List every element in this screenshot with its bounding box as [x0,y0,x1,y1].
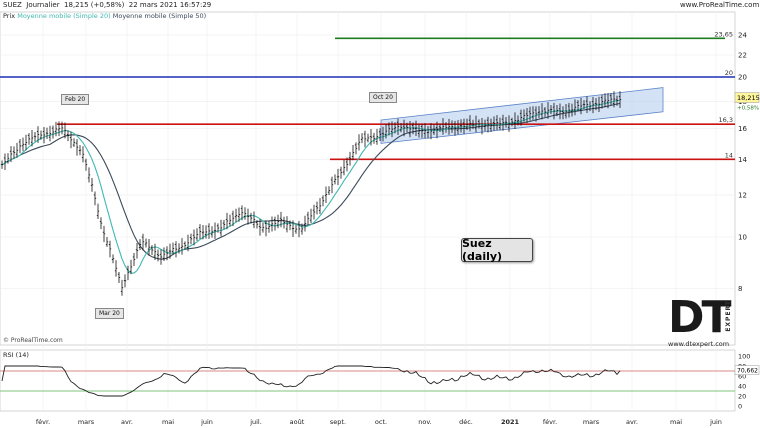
legend-ma50: Moyenne mobile (Simple 50) [112,12,207,20]
logo-url: www.dtexpert.com [668,340,730,348]
time-tick-label: avr. [121,418,133,426]
annotation-feb20: Feb 20 [61,94,90,105]
price-panel [0,11,736,346]
time-tick-label: oct. [375,418,387,426]
time-tick-label: nov. [418,418,432,426]
dt-expert-logo: DT EXPERT www.dtexpert.com [668,296,734,352]
rsi-tick-label: 100 [738,353,750,361]
time-tick-label: mai [670,418,682,426]
level-label: 20 [725,69,733,77]
header-timeframe: Journalier [26,1,60,9]
header-symbol: SUEZ [3,1,22,9]
time-tick-label: juil. [249,418,262,426]
time-tick-label: mai [162,418,174,426]
level-label: 23,65 [714,30,733,38]
price-badge-value: 18,215 [737,94,760,102]
header-last: 18,215 (+0,58%) [64,1,125,9]
time-tick-label: sept. [330,418,346,426]
chart-title-box: Suez (daily) [461,237,533,263]
time-tick-label: juin [709,418,722,426]
rsi-panel [0,349,736,412]
level-label: 16,3 [719,116,733,124]
time-tick-label: mars [583,418,600,426]
annotation-oct20: Oct 20 [369,92,397,103]
time-tick-label: févr. [36,418,50,426]
time-axis: févr. mars avr. mai juin juil. août sept. oct. no… [36,418,722,426]
price-tick-label: 20 [738,74,747,82]
rsi-axis: 020406080100 [738,353,750,411]
level-label: 14 [725,151,733,159]
rsi-label: RSI (14) [3,351,29,359]
price-tick-label: 10 [738,234,747,242]
header-datetime: 22 mars 2021 16:57:29 [128,1,212,9]
legend-ma20: Moyenne mobile (Simple 20) [17,12,111,20]
price-tick-label: 8 [738,285,742,293]
annotation-mar20: Mar 20 [95,308,124,319]
price-chart[interactable]: 23,652016,314 81012141618202224 02040608… [0,0,760,428]
time-tick-label: 2021 [501,418,520,426]
price-tick-label: 12 [738,191,747,199]
rsi-tick-label: 0 [738,403,742,411]
time-tick-label: déc. [459,418,473,426]
legend-price: Prix [3,12,16,20]
price-tick-label: 14 [738,156,747,164]
price-tick-label: 16 [738,125,747,133]
time-tick-label: févr. [543,418,557,426]
header-site: www.ProRealTime.com [680,1,760,9]
copyright: © ProRealTime.com [3,337,63,344]
price-tick-label: 22 [738,51,747,59]
price-badge-change: +0,58% [737,106,759,112]
rsi-badge-value: 70,662 [737,368,758,375]
time-tick-label: mars [78,418,95,426]
price-tick-label: 24 [738,31,747,39]
rsi-tick-label: 40 [738,383,746,391]
price-axis: 81012141618202224 [738,31,747,293]
time-tick-label: avr. [626,418,638,426]
time-tick-label: août [290,418,305,426]
time-tick-label: juin [200,418,213,426]
logo-sub: EXPERT [725,300,732,332]
rsi-tick-label: 20 [738,393,746,401]
